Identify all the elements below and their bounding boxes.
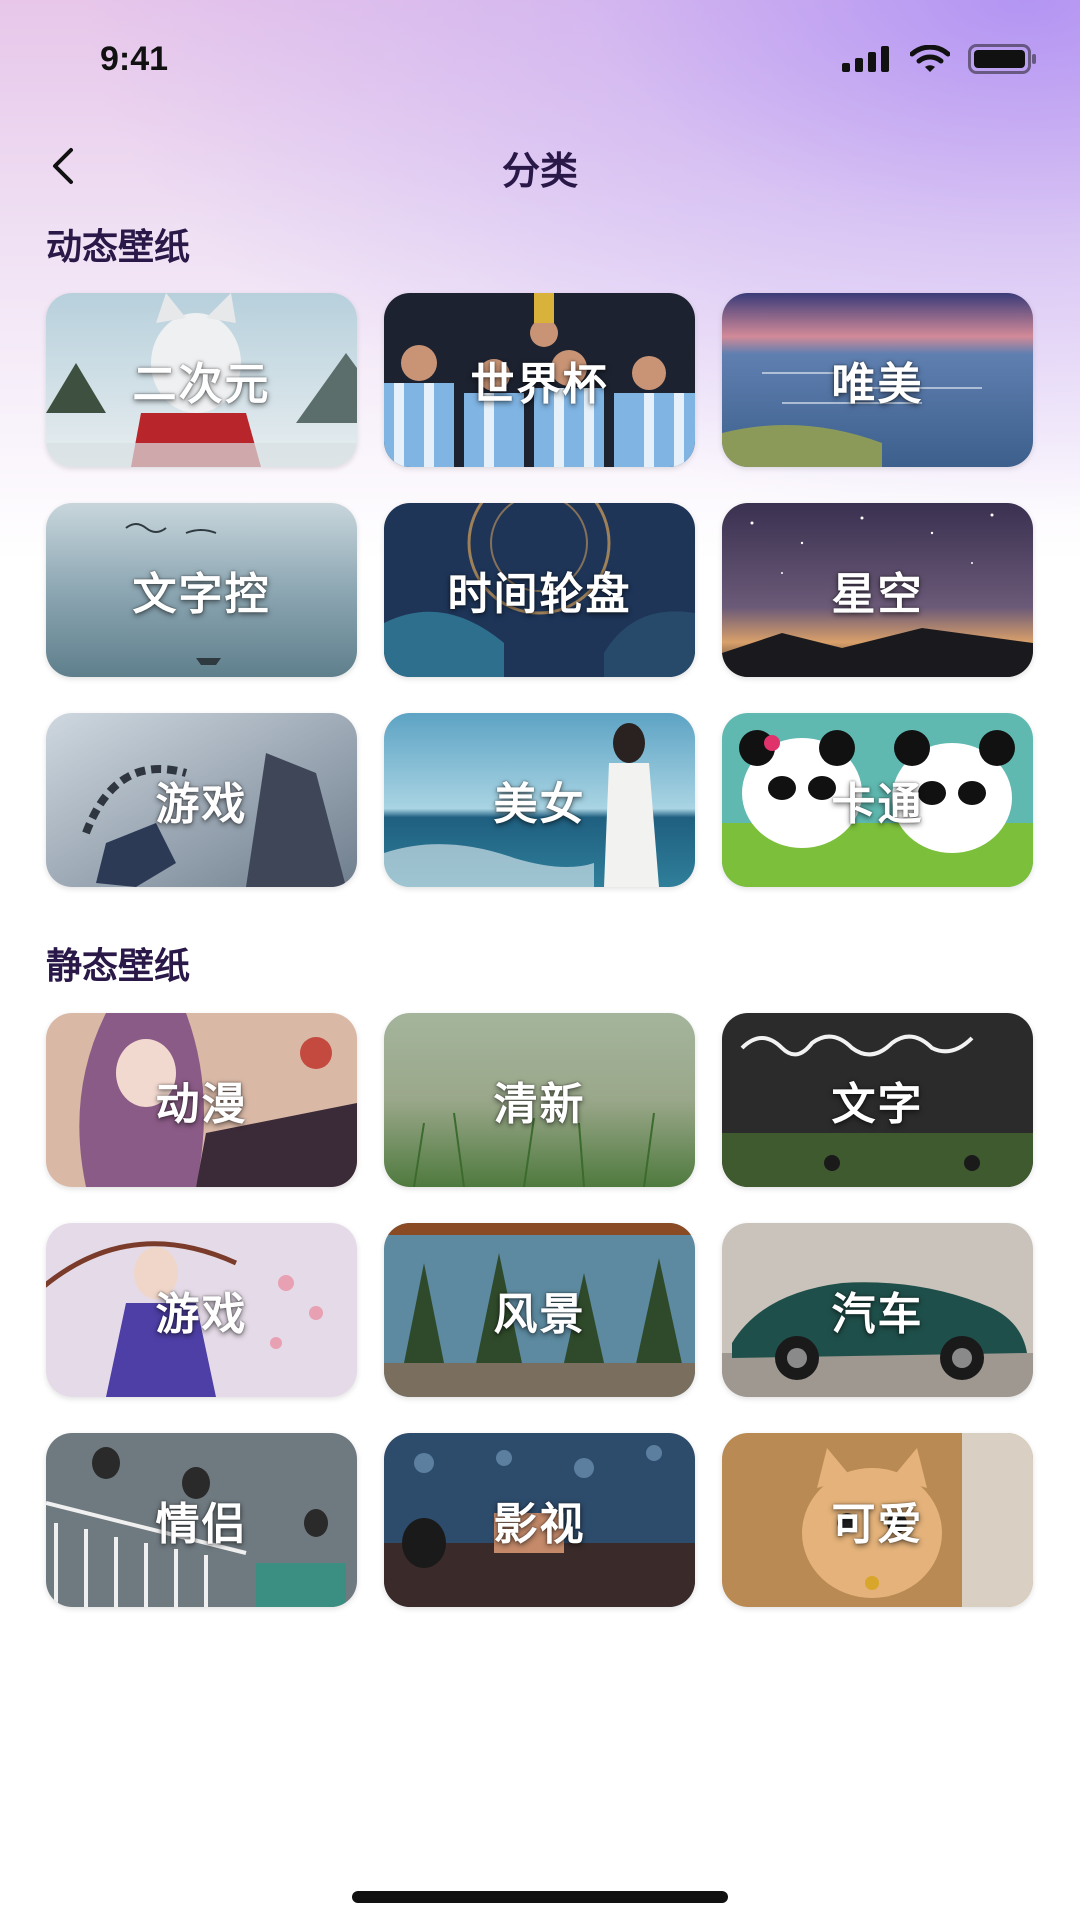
section-title-static: 静态壁纸 <box>46 946 191 987</box>
category-label: 汽车 <box>831 1289 924 1340</box>
category-tile-scenery[interactable]: 风景 <box>384 1223 695 1397</box>
status-time: 9:41 <box>100 40 169 78</box>
category-tile-cartoon[interactable]: 卡通 <box>722 713 1033 887</box>
section-title-dynamic: 动态壁纸 <box>46 227 191 268</box>
category-label: 文字 <box>831 1079 924 1130</box>
wifi-icon <box>910 45 950 72</box>
category-label: 游戏 <box>155 779 248 830</box>
category-tile-games-static[interactable]: 游戏 <box>46 1223 357 1397</box>
category-label: 情侣 <box>155 1499 248 1550</box>
category-tile-anime-static[interactable]: 动漫 <box>46 1013 357 1187</box>
category-label: 唯美 <box>831 359 924 410</box>
category-label: 美女 <box>493 779 586 830</box>
static-wallpaper-grid: 动漫 清新 文字 游戏 风景 汽车 情侣 影视 可爱 <box>46 1013 1034 1607</box>
category-tile-text[interactable]: 文字 <box>722 1013 1033 1187</box>
category-tile-beauty[interactable]: 美女 <box>384 713 695 887</box>
category-tile-aesthetic[interactable]: 唯美 <box>722 293 1033 467</box>
category-label: 可爱 <box>831 1499 924 1550</box>
category-tile-text-lover[interactable]: 文字控 <box>46 503 357 677</box>
home-indicator[interactable] <box>352 1891 728 1903</box>
category-tile-couples[interactable]: 情侣 <box>46 1433 357 1607</box>
category-label: 卡通 <box>831 779 924 830</box>
category-tile-starry-sky[interactable]: 星空 <box>722 503 1033 677</box>
category-tile-anime[interactable]: 二次元 <box>46 293 357 467</box>
category-tile-cute[interactable]: 可爱 <box>722 1433 1033 1607</box>
navigation-bar: 分类 <box>0 120 1080 210</box>
category-tile-cars[interactable]: 汽车 <box>722 1223 1033 1397</box>
category-tile-world-cup[interactable]: 世界杯 <box>384 293 695 467</box>
battery-icon <box>968 44 1036 74</box>
category-label: 文字控 <box>132 569 271 620</box>
category-label: 二次元 <box>132 359 271 410</box>
dynamic-wallpaper-grid: 二次元 世界杯 唯美 文字控 时间轮盘 星空 游戏 美女 卡通 <box>46 293 1034 887</box>
category-tile-games[interactable]: 游戏 <box>46 713 357 887</box>
category-label: 动漫 <box>155 1079 248 1130</box>
category-tile-fresh[interactable]: 清新 <box>384 1013 695 1187</box>
category-tile-time-wheel[interactable]: 时间轮盘 <box>384 503 695 677</box>
status-bar: 9:41 <box>0 0 1080 120</box>
category-label: 世界杯 <box>470 359 609 410</box>
category-label: 清新 <box>493 1079 586 1130</box>
status-icons <box>842 44 1038 74</box>
category-label: 影视 <box>493 1499 586 1550</box>
signal-icon <box>842 46 889 72</box>
category-label: 星空 <box>831 569 924 620</box>
category-tile-film[interactable]: 影视 <box>384 1433 695 1607</box>
page-title: 分类 <box>501 149 578 193</box>
category-label: 风景 <box>493 1289 586 1340</box>
category-label: 时间轮盘 <box>447 569 632 620</box>
category-label: 游戏 <box>155 1289 248 1340</box>
